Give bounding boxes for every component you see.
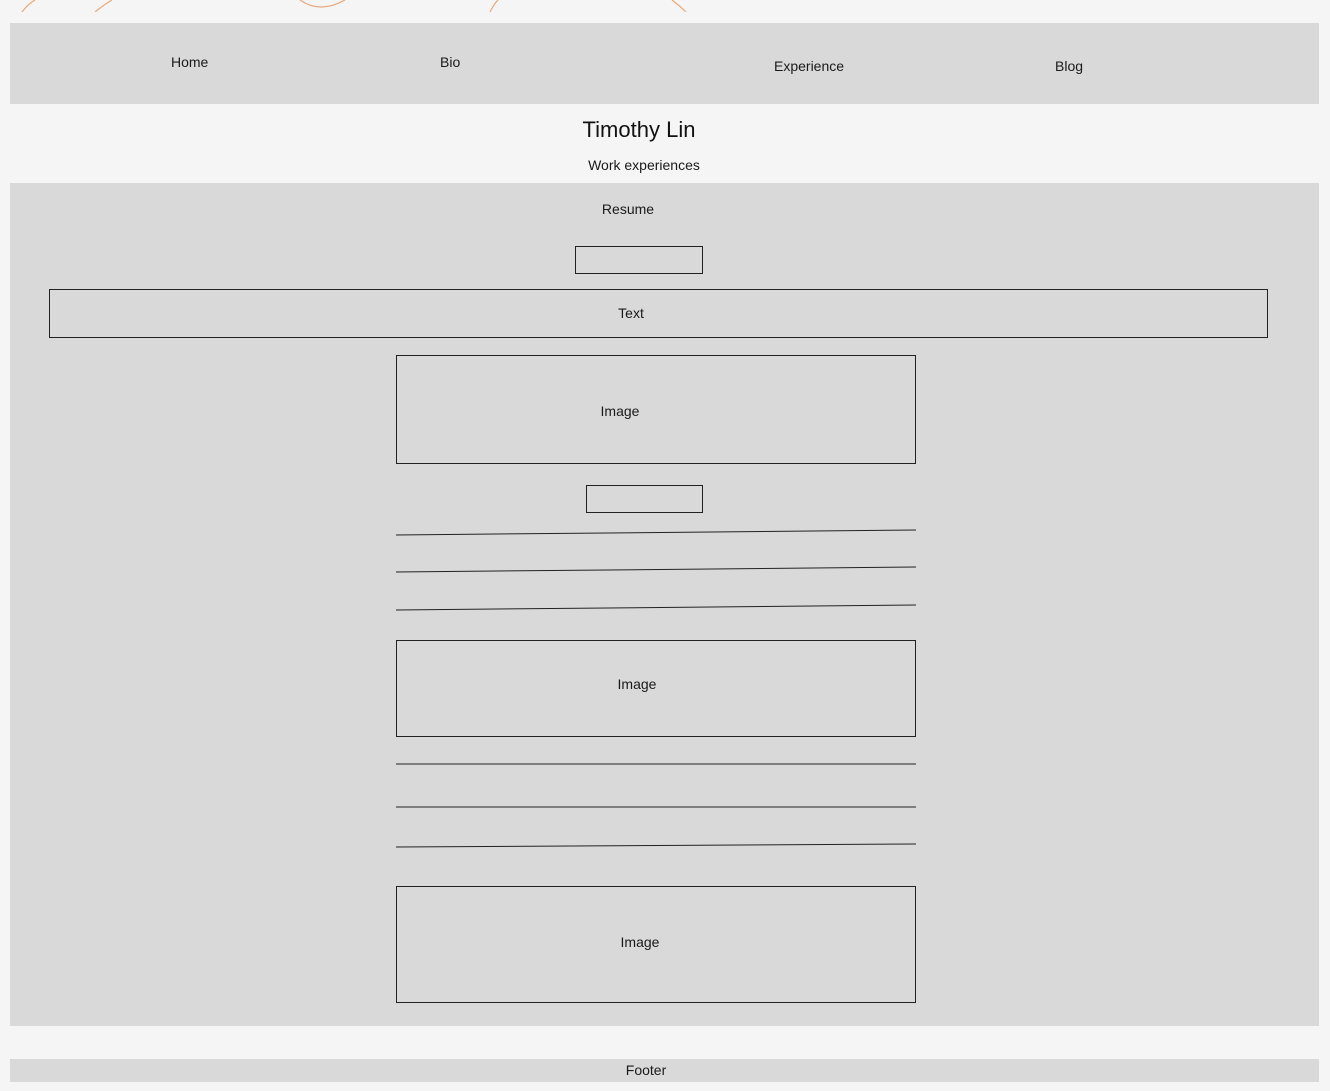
text-line bbox=[395, 843, 917, 848]
nav-home-link[interactable]: Home bbox=[171, 54, 208, 70]
decorative-arcs bbox=[21, 0, 687, 12]
text-line bbox=[395, 529, 917, 536]
text-line bbox=[395, 566, 917, 573]
text-lines bbox=[395, 529, 917, 848]
nav-blog-link[interactable]: Blog bbox=[1055, 58, 1083, 74]
footer-label: Footer bbox=[625, 1062, 667, 1078]
nav-bio-link[interactable]: Bio bbox=[440, 54, 460, 70]
footer: Footer bbox=[10, 1059, 1319, 1082]
top-nav: Home Bio Experience Blog bbox=[10, 23, 1319, 104]
page-title: Timothy Lin bbox=[582, 117, 696, 142]
page-subtitle: Work experiences bbox=[588, 157, 700, 173]
nav-experience-link[interactable]: Experience bbox=[774, 58, 844, 74]
text-line bbox=[395, 604, 917, 611]
experience-section: Resume Text Image Image Image bbox=[10, 183, 1319, 1026]
